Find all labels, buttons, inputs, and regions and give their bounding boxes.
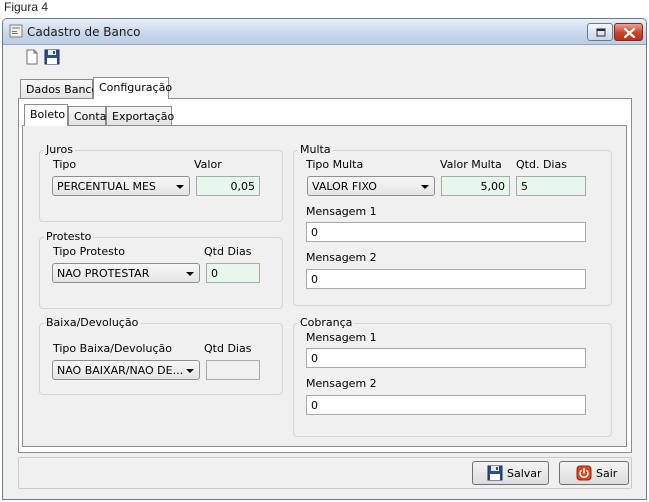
cobranca-mensagem2-label: Mensagem 2 bbox=[306, 377, 377, 390]
sair-label: Sair bbox=[596, 467, 618, 480]
baixa-tipo-value: NAO BAIXAR/NAO DE... bbox=[57, 364, 184, 377]
multa-tipo-select[interactable]: VALOR FIXO bbox=[307, 176, 435, 196]
chevron-down-icon bbox=[176, 185, 184, 189]
figure-caption: Figura 4 bbox=[4, 0, 49, 14]
chevron-down-icon bbox=[186, 272, 194, 276]
multa-valor-input[interactable]: 5,00 bbox=[441, 176, 510, 196]
baixa-tipo-label: Tipo Baixa/Devolução bbox=[53, 342, 172, 355]
multa-tipo-label: Tipo Multa bbox=[306, 158, 364, 171]
floppy-disk-icon[interactable] bbox=[44, 49, 60, 65]
floppy-disk-icon bbox=[487, 465, 503, 481]
baixa-dias-label: Qtd Dias bbox=[204, 342, 252, 355]
protesto-dias-label: Qtd Dias bbox=[204, 245, 252, 258]
window-app-icon bbox=[9, 24, 23, 38]
juros-tipo-select[interactable]: PERCENTUAL MES bbox=[52, 176, 190, 196]
chevron-down-icon bbox=[186, 369, 194, 373]
protesto-tipo-value: NAO PROTESTAR bbox=[57, 267, 150, 280]
window: Cadastro de Banco Dados Banco Configuraç… bbox=[2, 18, 647, 500]
salvar-button[interactable]: Salvar bbox=[472, 461, 549, 485]
baixa-dias-input[interactable] bbox=[206, 360, 260, 380]
cobranca-mensagem1-label: Mensagem 1 bbox=[306, 331, 377, 344]
tab-boleto[interactable]: Boleto bbox=[24, 104, 68, 126]
tab-dados-banco[interactable]: Dados Banco bbox=[20, 79, 98, 99]
protesto-tipo-label: Tipo Protesto bbox=[53, 245, 125, 258]
title-bar: Cadastro de Banco bbox=[3, 19, 646, 45]
new-document-icon[interactable] bbox=[24, 49, 40, 65]
cobranca-mensagem2-input[interactable]: 0 bbox=[306, 395, 586, 415]
protesto-title: Protesto bbox=[44, 230, 94, 243]
protesto-dias-input[interactable]: 0 bbox=[206, 263, 260, 283]
multa-mensagem1-input[interactable]: 0 bbox=[306, 222, 586, 242]
power-icon bbox=[576, 465, 592, 481]
protesto-tipo-select[interactable]: NAO PROTESTAR bbox=[52, 263, 200, 283]
tab-conta[interactable]: Conta bbox=[68, 106, 106, 126]
tab-configuracao[interactable]: Configuração bbox=[93, 77, 172, 99]
juros-tipo-label: Tipo bbox=[53, 158, 77, 171]
juros-title: Juros bbox=[44, 143, 75, 156]
multa-mensagem1-label: Mensagem 1 bbox=[306, 205, 377, 218]
tab-exportacao[interactable]: Exportação bbox=[106, 106, 174, 126]
juros-tipo-value: PERCENTUAL MES bbox=[57, 180, 156, 193]
multa-title: Multa bbox=[298, 143, 333, 156]
baixa-title: Baixa/Devolução bbox=[44, 316, 141, 329]
cobranca-mensagem1-input[interactable]: 0 bbox=[306, 348, 586, 368]
boleto-panel: Juros Tipo Valor PERCENTUAL MES 0,05 Pro… bbox=[22, 125, 627, 447]
restore-icon bbox=[596, 28, 606, 37]
window-title: Cadastro de Banco bbox=[27, 25, 141, 39]
multa-valor-label: Valor Multa bbox=[440, 158, 502, 171]
sair-button[interactable]: Sair bbox=[559, 461, 629, 485]
multa-mensagem2-label: Mensagem 2 bbox=[306, 251, 377, 264]
close-icon bbox=[623, 27, 636, 39]
multa-mensagem2-input[interactable]: 0 bbox=[306, 269, 586, 289]
cobranca-title: Cobrança bbox=[298, 316, 355, 329]
restore-button[interactable] bbox=[587, 23, 613, 41]
juros-valor-input[interactable]: 0,05 bbox=[196, 176, 260, 196]
multa-dias-input[interactable]: 5 bbox=[516, 176, 586, 196]
baixa-tipo-select[interactable]: NAO BAIXAR/NAO DE... bbox=[52, 360, 200, 380]
salvar-label: Salvar bbox=[507, 467, 542, 480]
multa-dias-label: Qtd. Dias bbox=[516, 158, 567, 171]
close-button[interactable] bbox=[614, 23, 643, 41]
juros-valor-label: Valor bbox=[194, 158, 222, 171]
chevron-down-icon bbox=[421, 185, 429, 189]
multa-tipo-value: VALOR FIXO bbox=[312, 180, 377, 193]
baixa-group bbox=[39, 323, 283, 395]
